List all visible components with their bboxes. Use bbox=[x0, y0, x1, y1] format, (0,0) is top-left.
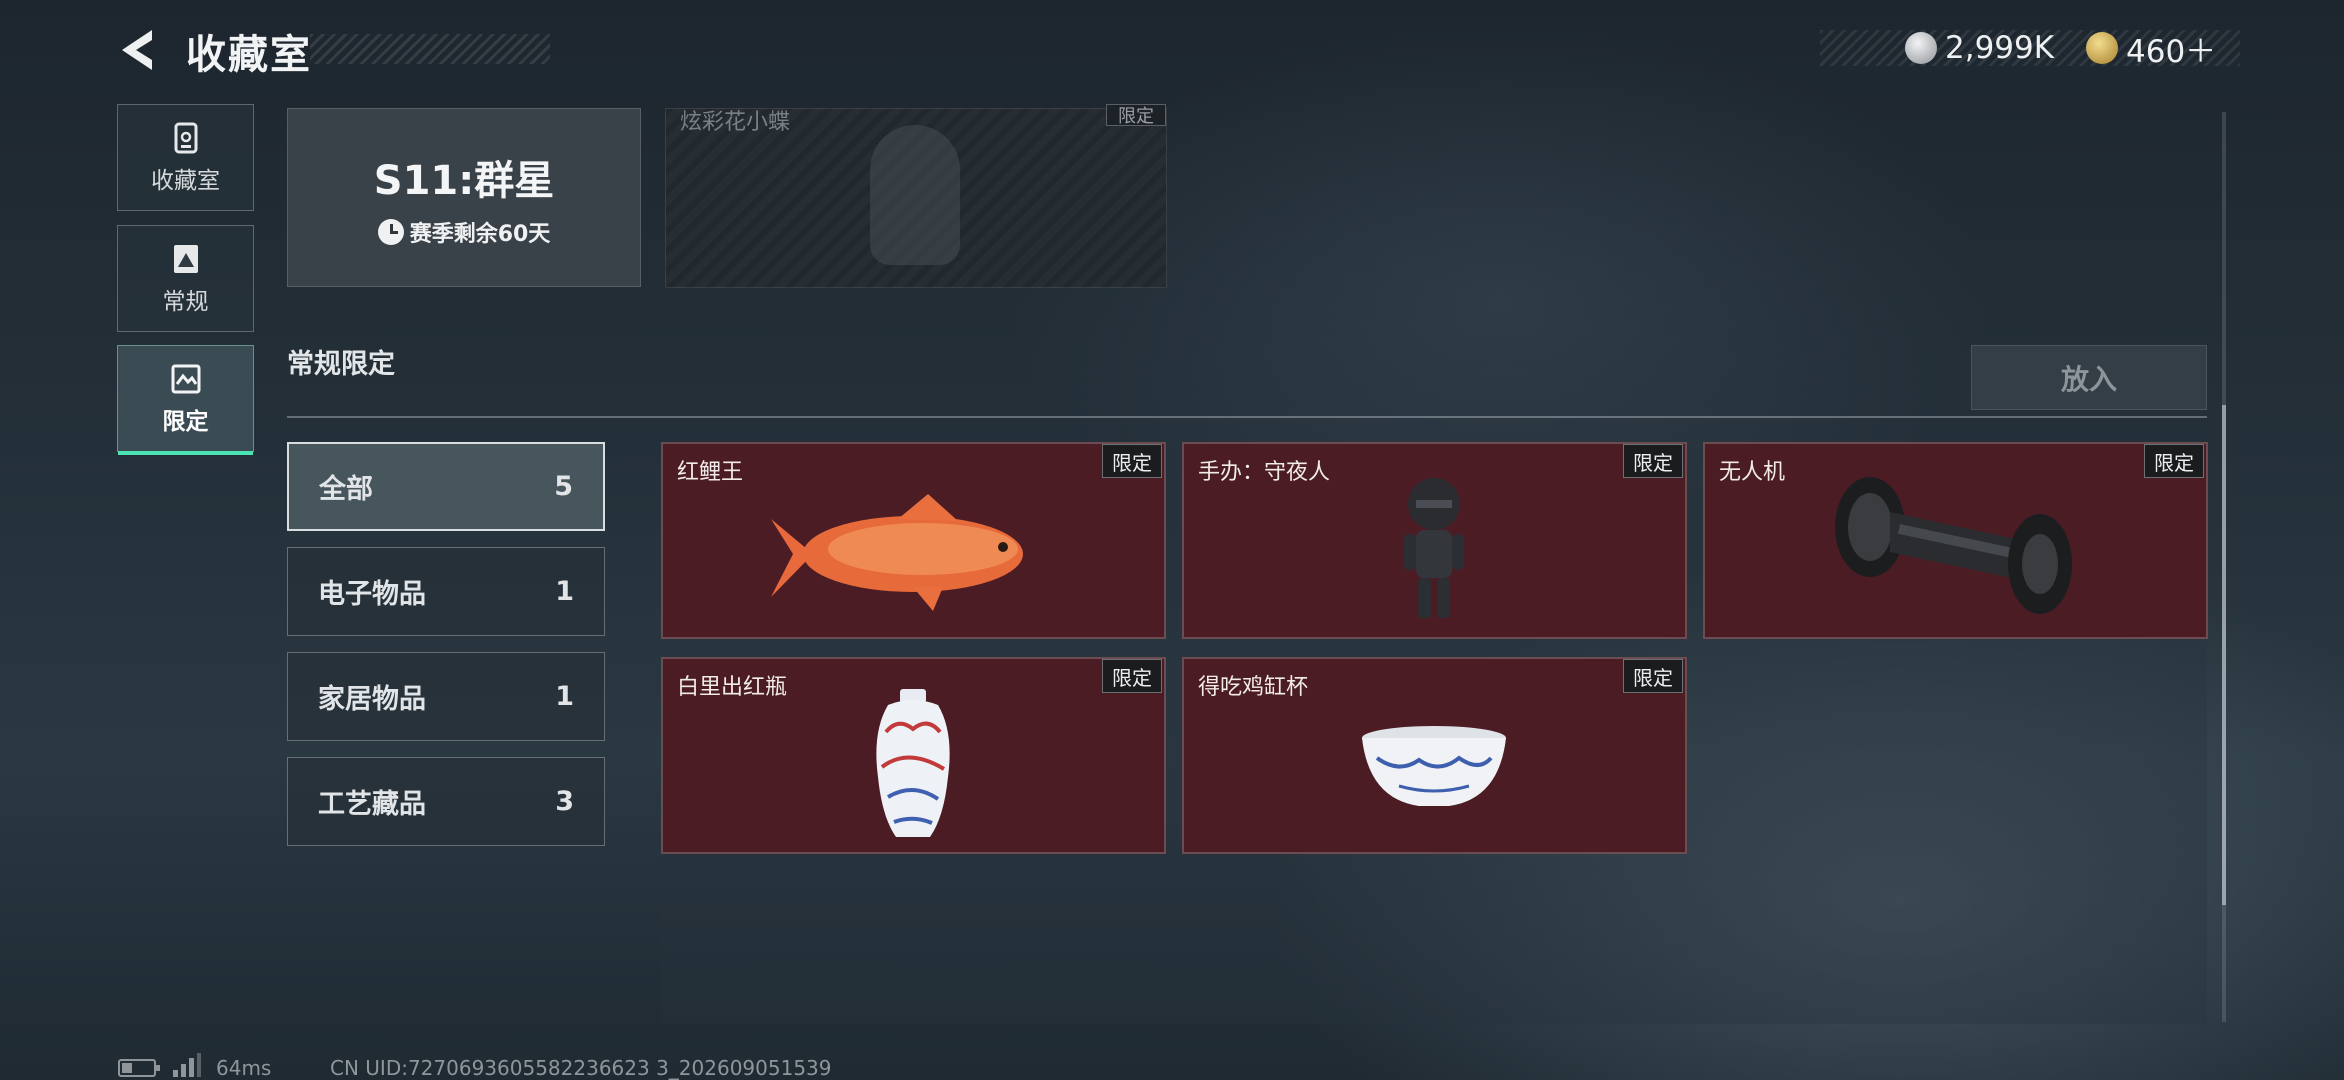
item-card[interactable]: 红鲤王 限定 bbox=[661, 442, 1166, 639]
clock-icon bbox=[377, 218, 404, 245]
figurine-icon bbox=[1404, 478, 1464, 618]
drone-part-icon bbox=[1835, 477, 2072, 614]
item-card[interactable]: 白里出红瓶 限定 bbox=[661, 657, 1166, 854]
page-title: 收藏室 bbox=[186, 32, 312, 78]
scrollbar-thumb[interactable] bbox=[2222, 405, 2226, 905]
title-decoration bbox=[310, 34, 550, 64]
silver-coin-icon bbox=[1905, 32, 1937, 64]
category-electronics[interactable]: 电子物品 1 bbox=[287, 547, 605, 636]
gold-amount: 460＋ bbox=[2126, 33, 2217, 70]
put-in-button[interactable]: 放入 bbox=[1971, 345, 2207, 410]
porcelain-cup-icon bbox=[1362, 726, 1506, 806]
item-name: 手办：守夜人 bbox=[1198, 460, 1331, 485]
category-count: 5 bbox=[554, 471, 573, 502]
category-home[interactable]: 家居物品 1 bbox=[287, 652, 605, 741]
season-name: S11:群星 bbox=[373, 157, 555, 204]
porcelain-vase-icon bbox=[876, 689, 950, 837]
season-remaining-text: 赛季剩余60天 bbox=[409, 221, 551, 247]
item-name: 无人机 bbox=[1719, 460, 1786, 485]
sidebar-item-label: 常规 bbox=[162, 288, 209, 315]
locked-item-silhouette bbox=[870, 125, 960, 265]
battery-icon bbox=[118, 1059, 160, 1077]
category-crafts[interactable]: 工艺藏品 3 bbox=[287, 757, 605, 846]
category-count: 1 bbox=[555, 681, 574, 712]
silver-amount: 2,999K bbox=[1945, 30, 2055, 66]
sidebar-item-regular[interactable]: 常规 bbox=[117, 225, 254, 332]
regular-icon bbox=[173, 244, 198, 273]
category-count: 1 bbox=[555, 576, 574, 607]
item-card[interactable]: 手办：守夜人 限定 bbox=[1182, 442, 1687, 639]
limited-tag: 限定 bbox=[2144, 444, 2204, 478]
category-all[interactable]: 全部 5 bbox=[287, 442, 605, 531]
section-title: 常规限定 bbox=[287, 349, 395, 380]
vault-icon bbox=[174, 122, 197, 153]
item-name: 得吃鸡缸杯 bbox=[1198, 675, 1309, 700]
limited-icon bbox=[171, 364, 200, 393]
item-card[interactable]: 得吃鸡缸杯 限定 bbox=[1182, 657, 1687, 854]
back-arrow-icon[interactable] bbox=[118, 28, 160, 72]
season-card[interactable]: S11:群星 赛季剩余60天 bbox=[287, 108, 641, 287]
category-label: 工艺藏品 bbox=[318, 789, 426, 820]
sidebar-item-limited[interactable]: 限定 bbox=[117, 345, 254, 455]
limited-tag: 限定 bbox=[1623, 659, 1683, 693]
season-remaining: 赛季剩余60天 bbox=[377, 216, 551, 248]
ping-text: 64ms bbox=[216, 1056, 272, 1080]
item-name: 白里出红瓶 bbox=[677, 675, 788, 700]
locked-item-tag: 限定 bbox=[1106, 104, 1166, 127]
gold-coin-icon bbox=[2086, 32, 2118, 64]
sidebar-item-vault[interactable]: 收藏室 bbox=[117, 104, 254, 211]
category-count: 3 bbox=[555, 786, 574, 817]
limited-tag: 限定 bbox=[1102, 444, 1162, 478]
category-label: 全部 bbox=[319, 474, 373, 505]
sidebar-item-label: 限定 bbox=[162, 408, 209, 435]
category-label: 家居物品 bbox=[318, 684, 426, 715]
limited-tag: 限定 bbox=[1623, 444, 1683, 478]
signal-icon bbox=[173, 1053, 201, 1077]
section-divider bbox=[287, 416, 2207, 418]
locked-item-name: 炫彩花小蝶 bbox=[680, 110, 791, 135]
silver-currency[interactable]: 2,999K bbox=[1905, 28, 2054, 68]
gold-currency[interactable]: 460＋ bbox=[2086, 28, 2217, 70]
item-name: 红鲤王 bbox=[677, 460, 744, 485]
red-carp-icon bbox=[771, 494, 1023, 611]
limited-tag: 限定 bbox=[1102, 659, 1162, 693]
sidebar-item-label: 收藏室 bbox=[151, 167, 220, 194]
uid-text: CN UID:7270693605582236623 3_20260905153… bbox=[330, 1056, 832, 1080]
item-card[interactable]: 无人机 限定 bbox=[1703, 442, 2208, 639]
category-label: 电子物品 bbox=[318, 579, 426, 610]
